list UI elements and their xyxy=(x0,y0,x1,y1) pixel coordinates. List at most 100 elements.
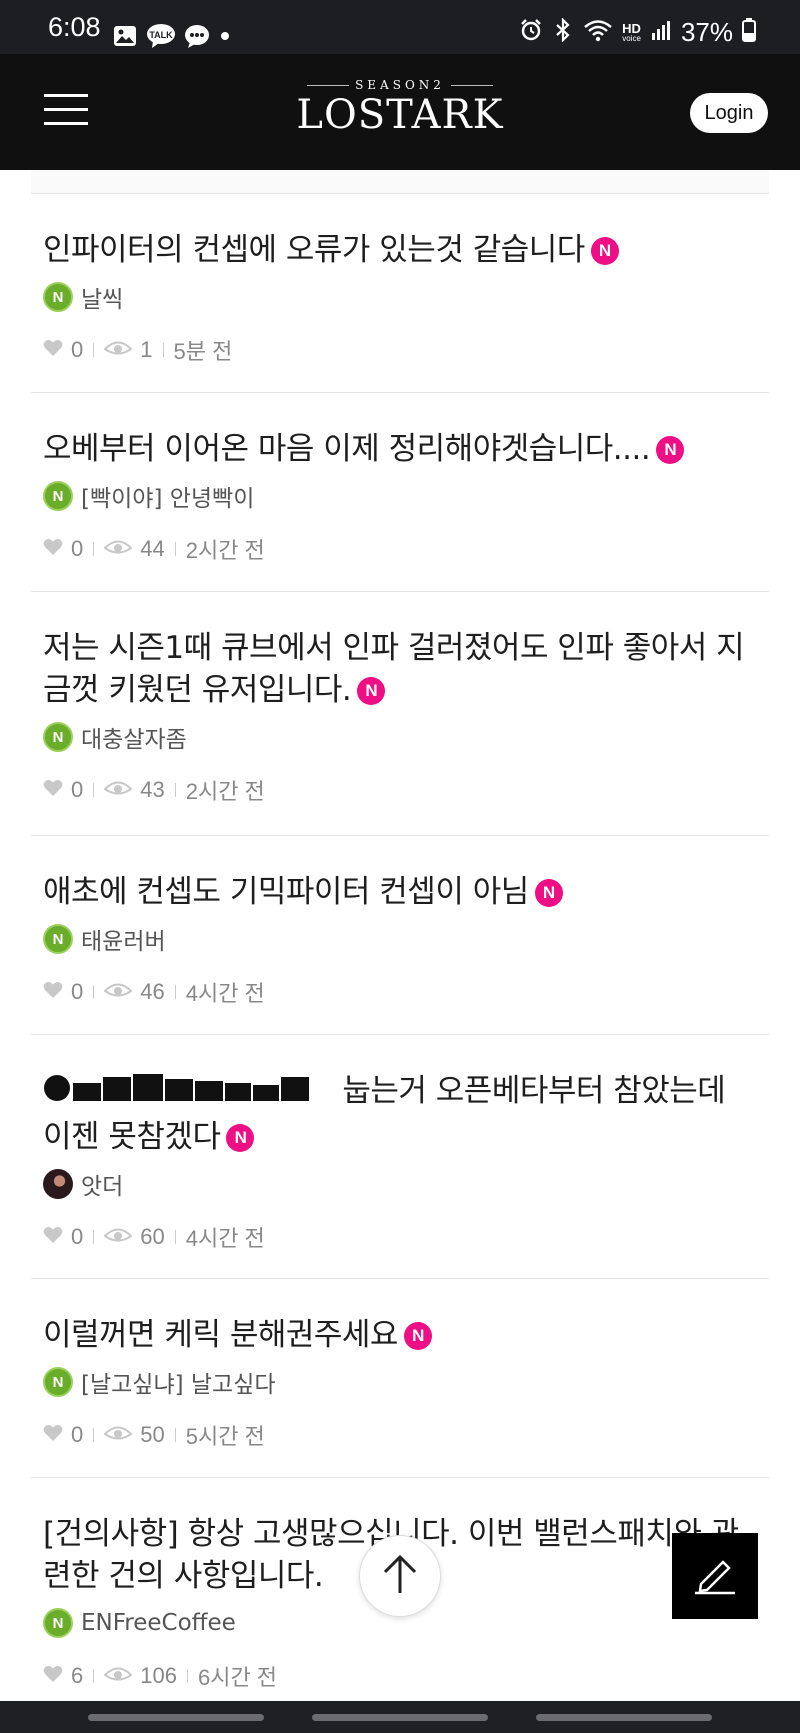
heart-icon xyxy=(43,1663,63,1689)
dot-icon xyxy=(218,23,232,49)
like-count: 0 xyxy=(71,979,84,1004)
heart-icon xyxy=(43,536,63,562)
grade-icon: N xyxy=(43,1367,73,1397)
post-meta: 0 1 5분 전 xyxy=(43,335,757,365)
post-list: 인파이터의 컨셉에 오류가 있는것 같습니다 N N 날씩 0 1 5분 전 오베… xyxy=(31,170,769,1722)
view-count: 60 xyxy=(140,1224,165,1249)
view-count: 43 xyxy=(140,777,165,802)
app-header: SEASON2 LOSTARK Login xyxy=(0,54,800,170)
hd-voice-icon: HD voice xyxy=(622,21,641,43)
grade-icon: N xyxy=(43,282,73,312)
post-meta: 0 44 2시간 전 xyxy=(43,534,757,564)
lostark-logo[interactable]: SEASON2 LOSTARK xyxy=(290,74,510,152)
back-handle[interactable] xyxy=(536,1714,712,1721)
view-count: 106 xyxy=(140,1663,177,1688)
post-title[interactable]: 저는 시즌1때 큐브에서 인파 걸러졌어도 인파 좋아서 지금껏 키웠던 유저입… xyxy=(43,627,757,711)
like-count: 0 xyxy=(71,777,84,802)
post-time: 4시간 전 xyxy=(185,981,265,1006)
status-time: 6:08 xyxy=(48,12,101,42)
recents-handle[interactable] xyxy=(88,1714,264,1721)
like-count: 0 xyxy=(71,1422,84,1447)
heart-icon xyxy=(43,979,63,1005)
eye-icon xyxy=(103,777,133,803)
scroll-to-top-button[interactable] xyxy=(359,1535,441,1617)
new-badge: N xyxy=(656,436,685,464)
author-row: N 태윤러버 xyxy=(43,923,757,955)
chat-bubble-icon xyxy=(184,23,210,49)
write-post-button[interactable] xyxy=(672,1533,758,1619)
pencil-icon xyxy=(691,1552,739,1600)
post-meta: 0 50 5시간 전 xyxy=(43,1420,757,1450)
eye-icon xyxy=(103,536,133,562)
like-count: 0 xyxy=(71,1224,84,1249)
post-time: 2시간 전 xyxy=(185,538,265,563)
post-title[interactable]: 이럴꺼면 케릭 분해권주세요 N xyxy=(43,1314,757,1356)
like-count: 0 xyxy=(71,536,84,561)
list-item[interactable]: 이럴꺼면 케릭 분해권주세요 N N [날고싶냐] 날고싶다 0 50 5시간 전 xyxy=(31,1279,769,1478)
post-meta: 6 106 6시간 전 xyxy=(43,1661,757,1691)
post-time: 5시간 전 xyxy=(185,1424,265,1449)
kakaotalk-icon: TALK xyxy=(146,23,176,49)
author-row: N 대충살자좀 xyxy=(43,721,757,753)
grade-icon: N xyxy=(43,924,73,954)
post-meta: 0 60 4시간 전 xyxy=(43,1222,757,1252)
list-item[interactable]: 오베부터 이어온 마음 이제 정리해야겟습니다.... N N [빡이야] 안녕빡… xyxy=(31,393,769,592)
author-row: 앗더 xyxy=(43,1168,757,1200)
redacted-text xyxy=(43,1071,333,1116)
author-name[interactable]: 태윤러버 xyxy=(81,922,166,956)
author-row: N [빡이야] 안녕빡이 xyxy=(43,480,757,512)
status-bar: 6:08 TALK HD voice 37% xyxy=(0,0,800,54)
list-item[interactable]: 저는 시즌1때 큐브에서 인파 걸러졌어도 인파 좋아서 지금껏 키웠던 유저입… xyxy=(31,592,769,836)
arrow-up-icon xyxy=(381,1553,419,1599)
new-badge: N xyxy=(403,1322,432,1350)
list-item[interactable]: 눕는거 오픈베타부터 참았는데 이젠 못참겠다 N 앗더 0 60 4시간 전 xyxy=(31,1035,769,1279)
eye-icon xyxy=(103,979,133,1005)
eye-icon xyxy=(103,1422,133,1448)
post-title[interactable]: 눕는거 오픈베타부터 참았는데 이젠 못참겠다 N xyxy=(43,1070,757,1158)
heart-icon xyxy=(43,1224,63,1250)
post-title[interactable]: 애초에 컨셉도 기믹파이터 컨셉이 아님 N xyxy=(43,871,757,913)
author-name[interactable]: 날씩 xyxy=(81,280,123,314)
new-badge: N xyxy=(226,1124,255,1152)
post-title[interactable]: 인파이터의 컨셉에 오류가 있는것 같습니다 N xyxy=(43,229,757,271)
battery-level: 37% xyxy=(680,17,733,47)
author-name[interactable]: [빡이야] 안녕빡이 xyxy=(81,479,254,513)
alarm-icon xyxy=(519,18,543,47)
post-time: 2시간 전 xyxy=(185,779,265,804)
grade-icon: N xyxy=(43,1608,73,1638)
image-icon xyxy=(112,23,138,49)
like-count: 0 xyxy=(71,337,84,362)
new-badge: N xyxy=(590,237,619,265)
post-title[interactable]: 오베부터 이어온 마음 이제 정리해야겟습니다.... N xyxy=(43,428,757,470)
system-navigation-bar xyxy=(0,1701,800,1733)
new-badge: N xyxy=(534,879,563,907)
author-row: N [날고싶냐] 날고싶다 xyxy=(43,1366,757,1398)
heart-icon xyxy=(43,1422,63,1448)
author-name[interactable]: 앗더 xyxy=(81,1167,123,1201)
grade-icon: N xyxy=(43,481,73,511)
list-item[interactable]: 인파이터의 컨셉에 오류가 있는것 같습니다 N N 날씩 0 1 5분 전 xyxy=(31,194,769,393)
new-badge: N xyxy=(357,677,386,705)
post-meta: 0 43 2시간 전 xyxy=(43,775,757,805)
avatar xyxy=(43,1169,73,1199)
like-count: 6 xyxy=(71,1663,84,1688)
view-count: 50 xyxy=(140,1422,165,1447)
list-top-edge xyxy=(31,170,769,194)
author-name[interactable]: [날고싶냐] 날고싶다 xyxy=(81,1365,276,1399)
list-item[interactable]: 애초에 컨셉도 기믹파이터 컨셉이 아님 N N 태윤러버 0 46 4시간 전 xyxy=(31,836,769,1035)
heart-icon xyxy=(43,777,63,803)
login-button[interactable]: Login xyxy=(690,93,768,133)
grade-icon: N xyxy=(43,722,73,752)
system-icons: HD voice 37% xyxy=(519,17,756,48)
author-name[interactable]: 대충살자좀 xyxy=(81,720,187,754)
post-time: 4시간 전 xyxy=(185,1226,265,1251)
hamburger-menu-icon[interactable] xyxy=(44,94,88,128)
signal-icon xyxy=(650,19,672,46)
author-name[interactable]: ENFreeCoffee xyxy=(81,1610,236,1636)
notification-icons: TALK xyxy=(112,21,232,51)
home-handle[interactable] xyxy=(312,1714,488,1721)
svg-text:TALK: TALK xyxy=(149,30,173,40)
post-meta: 0 46 4시간 전 xyxy=(43,977,757,1007)
view-count: 1 xyxy=(140,337,153,362)
battery-icon xyxy=(742,18,756,47)
